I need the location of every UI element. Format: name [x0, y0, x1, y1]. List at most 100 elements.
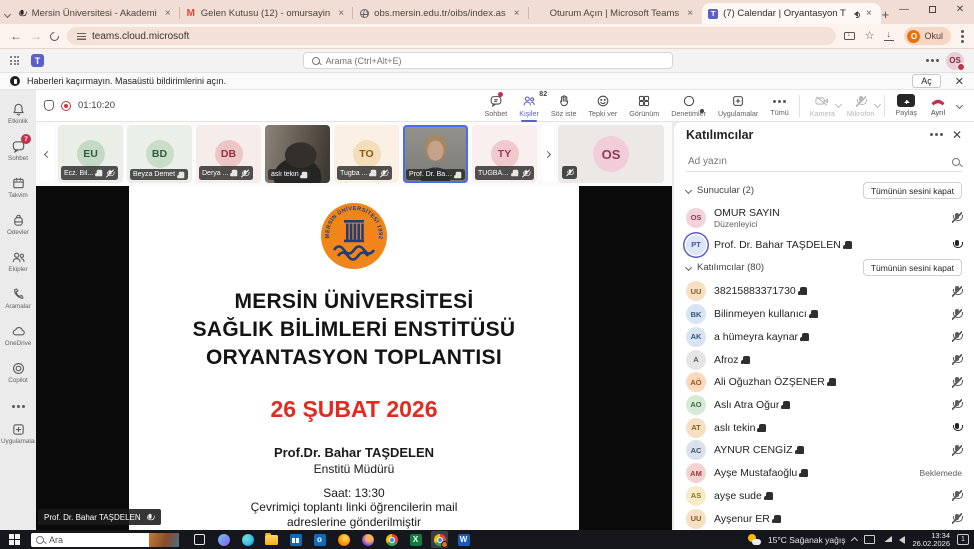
word-icon[interactable]: W: [455, 531, 472, 548]
taskbar-search[interactable]: Ara: [31, 533, 179, 547]
tab-audio-icon[interactable]: [851, 11, 858, 17]
address-bar[interactable]: [67, 27, 836, 45]
download-icon[interactable]: [884, 31, 894, 41]
copilot-icon[interactable]: [215, 531, 232, 548]
browser-tab-3[interactable]: obs.mersin.edu.tr/oibs/index.as ×: [353, 3, 528, 24]
apps-button[interactable]: Uygulamalar: [712, 90, 764, 122]
tab-close-icon[interactable]: ×: [335, 8, 347, 20]
weather-icon[interactable]: [748, 534, 761, 545]
excel-icon[interactable]: X: [407, 531, 424, 548]
teams-more-icon[interactable]: [931, 59, 934, 62]
attendees-section-header[interactable]: Katılımcılar (80) Tümünün sesini kapat: [674, 256, 974, 280]
chrome-active-icon[interactable]: [431, 531, 448, 548]
tab-close-icon[interactable]: ×: [863, 8, 875, 20]
mic-off-icon[interactable]: [952, 354, 962, 365]
firefox-nightly-icon[interactable]: [359, 531, 376, 548]
leave-options-chevron-icon[interactable]: [956, 102, 963, 109]
mic-on-icon[interactable]: [952, 239, 962, 250]
microsoft-store-icon[interactable]: [287, 531, 304, 548]
browser-tab-4[interactable]: Oturum Açın | Microsoft Teams ×: [529, 3, 703, 24]
mute-all-button[interactable]: Tümünün sesini kapat: [863, 182, 962, 199]
rail-item-activity[interactable]: Etkinlik: [1, 96, 35, 131]
participant-row[interactable]: OS OMUR SAYIN Düzenleyici: [674, 203, 974, 234]
rail-item-calls[interactable]: Aramalar: [1, 281, 35, 316]
camera-button[interactable]: Kamera: [804, 90, 841, 122]
react-button[interactable]: Tepki ver: [582, 90, 623, 122]
participant-row[interactable]: AC AYNUR CENGİZ: [674, 439, 974, 462]
mic-button[interactable]: Mikrofon: [841, 90, 881, 122]
mic-on-icon[interactable]: [952, 422, 962, 433]
video-tile-camera-on[interactable]: aslı tekin: [265, 125, 330, 183]
banner-close-icon[interactable]: ✕: [955, 75, 964, 88]
display-tray-icon[interactable]: [864, 535, 875, 544]
share-button[interactable]: Paylaş: [889, 90, 923, 122]
profile-chip[interactable]: O Okul: [904, 27, 951, 45]
app-launcher-icon[interactable]: [10, 56, 19, 65]
mic-off-icon[interactable]: [952, 399, 962, 410]
rail-item-chat[interactable]: 7 Sohbet: [1, 133, 35, 168]
participant-row[interactable]: AK a hümeyra kaynar: [674, 325, 974, 348]
edge-icon[interactable]: [239, 531, 256, 548]
rail-item-assignments[interactable]: Ödevler: [1, 207, 35, 242]
weather-text[interactable]: 15°C Sağanak yağış: [768, 535, 846, 545]
participant-row[interactable]: AO Aslı Atra Oğur: [674, 394, 974, 417]
mute-all-button[interactable]: Tümünün sesini kapat: [863, 259, 962, 276]
participant-row[interactable]: BK Bilinmeyen kullanıcı: [674, 303, 974, 326]
browser-tab-2[interactable]: M Gelen Kutusu (12) - omursayin ×: [180, 3, 353, 24]
taskbar-clock[interactable]: 13:34 26.02.2026: [912, 532, 950, 548]
participant-row[interactable]: AS ayşe sude: [674, 484, 974, 507]
maximize-button[interactable]: [918, 0, 946, 18]
participant-search-input[interactable]: [688, 156, 946, 167]
presentation-stage[interactable]: MERSİN ÜNİVERSİTESİ 1992: [36, 186, 672, 530]
mic-off-icon[interactable]: [952, 490, 962, 501]
new-tab-button[interactable]: +: [881, 4, 890, 24]
more-button[interactable]: Tümü: [764, 90, 794, 122]
video-tile[interactable]: EU Ecz. Bil...: [58, 125, 123, 183]
collapse-chevron-icon[interactable]: [685, 187, 692, 194]
collapse-chevron-icon[interactable]: [685, 264, 692, 271]
video-tile-self[interactable]: OS: [558, 125, 664, 183]
chrome-icon[interactable]: [383, 531, 400, 548]
start-button[interactable]: [3, 530, 25, 549]
rail-item-onedrive[interactable]: OneDrive: [1, 318, 35, 353]
view-button[interactable]: Görünüm: [623, 90, 665, 122]
participant-row[interactable]: A Afroz: [674, 348, 974, 371]
participant-row[interactable]: AÖ Ali Oğuzhan ÖZŞENER: [674, 371, 974, 394]
presenters-section-header[interactable]: Sunucular (2) Tümünün sesini kapat: [674, 178, 974, 202]
scroll-left-button[interactable]: [40, 126, 54, 182]
tab-close-icon[interactable]: ×: [684, 8, 696, 20]
rail-item-calendar[interactable]: Takvim: [1, 170, 35, 205]
banner-enable-button[interactable]: Aç: [912, 74, 941, 88]
outlook-icon[interactable]: o: [311, 531, 328, 548]
video-tile[interactable]: TY TUĞBA ...: [472, 125, 537, 183]
participant-row[interactable]: PT Prof. Dr. Bahar TAŞDELEN: [674, 233, 974, 256]
participant-row[interactable]: UU 38215883371730: [674, 280, 974, 303]
mic-options-chevron-icon[interactable]: [874, 100, 881, 107]
tab-close-icon[interactable]: ×: [511, 8, 523, 20]
back-button[interactable]: ←: [10, 30, 22, 42]
file-explorer-icon[interactable]: [263, 531, 280, 548]
browser-menu-icon[interactable]: [961, 35, 964, 38]
teams-search-bar[interactable]: [303, 52, 673, 69]
search-highlight-image[interactable]: [149, 533, 179, 547]
tab-close-icon[interactable]: ×: [162, 8, 174, 20]
mic-off-icon[interactable]: [952, 513, 962, 524]
firefox-icon[interactable]: [335, 531, 352, 548]
mic-off-icon[interactable]: [952, 445, 962, 456]
controls-button[interactable]: Denetimler: [665, 90, 712, 122]
mic-off-icon[interactable]: [952, 377, 962, 388]
participant-row[interactable]: UU Ayşenur ER: [674, 507, 974, 530]
video-tile[interactable]: BD Beyza Demet: [127, 125, 192, 183]
browser-tab-1[interactable]: Mersin Üniversitesi - Akademi ×: [11, 3, 180, 24]
participant-search[interactable]: [686, 152, 962, 172]
rail-item-apps[interactable]: Uygulamalar: [1, 416, 35, 451]
minimize-button[interactable]: —: [890, 0, 918, 18]
teams-search-input[interactable]: [326, 56, 664, 66]
volume-tray-icon[interactable]: [899, 536, 905, 544]
user-avatar[interactable]: OS: [946, 52, 964, 70]
raise-hand-button[interactable]: Söz iste: [545, 90, 583, 122]
video-tile[interactable]: TO Tugba ...: [334, 125, 399, 183]
tab-search-icon[interactable]: [4, 4, 11, 24]
browser-tab-active[interactable]: T (7) Calendar | Oryantasyon T ×: [702, 3, 881, 24]
mic-off-icon[interactable]: [952, 309, 962, 320]
